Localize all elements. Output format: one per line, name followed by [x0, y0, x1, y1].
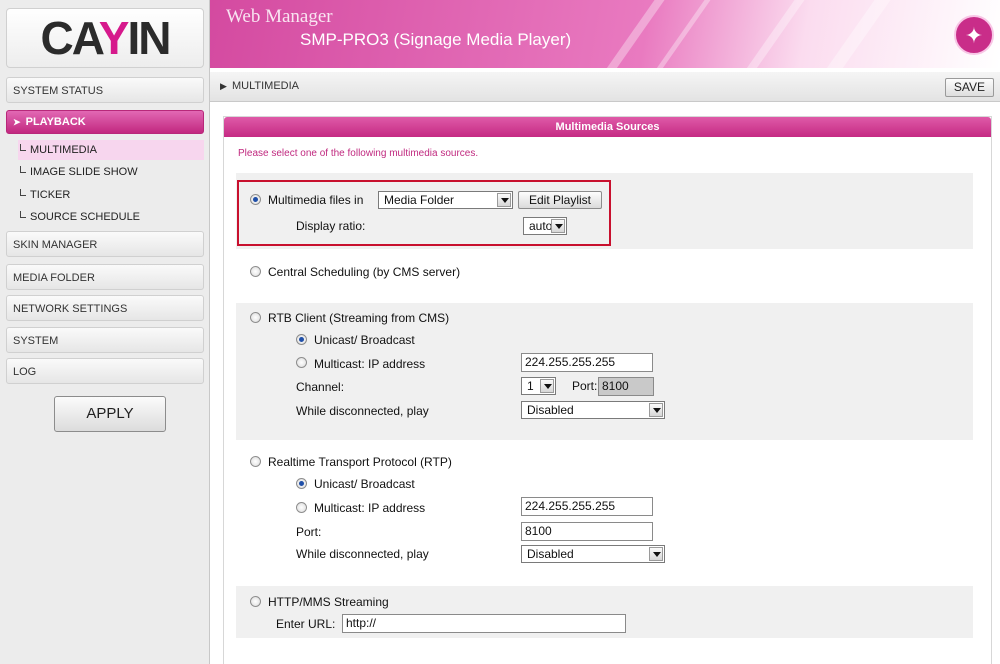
cayin-logo: CAYIN [6, 8, 204, 68]
sidebar-subitem-label: TICKER [30, 189, 71, 201]
rtb-unicast-radio[interactable] [296, 334, 307, 345]
sidebar-subitem-ticker[interactable]: TICKER [18, 185, 204, 205]
breadcrumb-bar: ▶ MULTIMEDIA SAVE [210, 72, 1000, 102]
tree-branch-icon [20, 211, 26, 218]
device-name: SMP-PRO3 (Signage Media Player) [300, 30, 572, 49]
rtb-port-label: Port: [572, 379, 598, 393]
chevron-down-icon [649, 547, 663, 561]
sidebar-item-media-folder[interactable]: MEDIA FOLDER [6, 264, 204, 290]
banner-stripe [738, 0, 812, 68]
sidebar-item-label: SYSTEM [13, 335, 59, 347]
sidebar-subitem-image-slide-show[interactable]: IMAGE SLIDE SHOW [18, 162, 204, 182]
rtp-multicast-radio[interactable] [296, 502, 307, 513]
sidebar-item-label: NETWORK SETTINGS [13, 303, 128, 315]
section-http-mms: HTTP/MMS Streaming Enter URL: http:// [236, 586, 973, 638]
sidebar-subitem-label: MULTIMEDIA [30, 144, 98, 156]
selection-highlight-box [237, 180, 611, 246]
sidebar-subitem-source-schedule[interactable]: SOURCE SCHEDULE [18, 207, 204, 227]
instruction-text: Please select one of the following multi… [238, 148, 479, 159]
logo-text: CAYIN [40, 12, 172, 64]
sidebar-item-label: PLAYBACK [25, 116, 86, 128]
central-scheduling-radio[interactable] [250, 266, 261, 277]
tree-branch-icon [20, 189, 26, 196]
sidebar-item-label: LOG [13, 366, 37, 378]
panel-title: Multimedia Sources [224, 117, 991, 137]
rtb-disconnected-select-value: Disabled [527, 403, 574, 417]
tree-branch-icon [20, 166, 26, 173]
rtb-channel-select-value: 1 [527, 379, 534, 393]
rtp-unicast-radio[interactable] [296, 478, 307, 489]
rtp-multicast-label: Multicast: IP address [314, 501, 426, 515]
sidebar-item-playback[interactable]: ➤ PLAYBACK [6, 110, 204, 134]
breadcrumb-label: MULTIMEDIA [231, 80, 300, 92]
http-mms-label: HTTP/MMS Streaming [268, 595, 389, 609]
rtb-ip-address-input[interactable]: 224.255.255.255 [521, 353, 653, 372]
rtp-disconnected-select[interactable]: Disabled [521, 545, 665, 563]
rtp-ip-address-input[interactable]: 224.255.255.255 [521, 497, 653, 516]
sidebar-item-skin-manager[interactable]: SKIN MANAGER [6, 231, 204, 257]
sidebar-subitem-label: SOURCE SCHEDULE [30, 211, 141, 223]
rtb-channel-select[interactable]: 1 [521, 377, 556, 395]
apply-button[interactable]: APPLY [54, 396, 166, 432]
banner-stripe [598, 0, 672, 68]
sidebar-subitem-multimedia[interactable]: MULTIMEDIA [18, 140, 204, 160]
rtb-channel-label: Channel: [296, 380, 345, 394]
breadcrumb: ▶ MULTIMEDIA [220, 80, 299, 92]
section-central-scheduling: Central Scheduling (by CMS server) [236, 249, 973, 303]
chevron-down-icon [649, 403, 663, 417]
header-banner: Web Manager SMP-PRO3 (Signage Media Play… [210, 0, 1000, 68]
tree-branch-icon [20, 144, 26, 151]
rtb-port-input[interactable]: 8100 [598, 377, 654, 396]
banner-stripe [818, 0, 898, 68]
rtb-client-radio[interactable] [250, 312, 261, 323]
sidebar-item-label: MEDIA FOLDER [13, 272, 95, 284]
sidebar: CAYIN SYSTEM STATUS ➤ PLAYBACK MULTIMEDI… [0, 0, 210, 664]
rtp-disconnected-select-value: Disabled [527, 547, 574, 561]
app-title: Web Manager [226, 6, 333, 27]
rtb-disconnected-label: While disconnected, play [296, 404, 429, 418]
rtp-unicast-label: Unicast/ Broadcast [314, 477, 415, 491]
sidebar-item-log[interactable]: LOG [6, 358, 204, 384]
rtp-port-input[interactable]: 8100 [521, 522, 653, 541]
rtb-client-label: RTB Client (Streaming from CMS) [268, 311, 450, 325]
expand-arrow-icon: ➤ [13, 117, 21, 127]
save-button[interactable]: SAVE [944, 78, 994, 97]
rtp-port-label: Port: [296, 525, 322, 539]
sidebar-item-network-settings[interactable]: NETWORK SETTINGS [6, 295, 204, 321]
sidebar-item-label: SKIN MANAGER [13, 239, 98, 251]
rtb-disconnected-select[interactable]: Disabled [521, 401, 665, 419]
sidebar-subitem-label: IMAGE SLIDE SHOW [30, 166, 138, 178]
section-rtb-client: RTB Client (Streaming from CMS) Unicast/… [236, 303, 973, 440]
chevron-down-icon [540, 379, 554, 393]
rtp-radio[interactable] [250, 456, 261, 467]
rtb-multicast-radio[interactable] [296, 357, 307, 368]
url-label: Enter URL: [276, 617, 336, 631]
rtb-multicast-label: Multicast: IP address [314, 357, 426, 371]
sidebar-item-system[interactable]: SYSTEM [6, 327, 204, 353]
sidebar-item-label: SYSTEM STATUS [13, 85, 104, 97]
rtp-disconnected-label: While disconnected, play [296, 547, 429, 561]
magic-star-icon: ✦ [954, 15, 994, 55]
url-input[interactable]: http:// [342, 614, 626, 633]
http-mms-radio[interactable] [250, 596, 261, 607]
triangle-right-icon: ▶ [220, 81, 227, 91]
sidebar-item-system-status[interactable]: SYSTEM STATUS [6, 77, 204, 103]
rtb-unicast-label: Unicast/ Broadcast [314, 333, 415, 347]
rtp-label: Realtime Transport Protocol (RTP) [268, 455, 452, 469]
banner-stripe [648, 0, 718, 68]
central-scheduling-label: Central Scheduling (by CMS server) [268, 265, 461, 279]
section-rtp: Realtime Transport Protocol (RTP) Unicas… [236, 440, 973, 586]
